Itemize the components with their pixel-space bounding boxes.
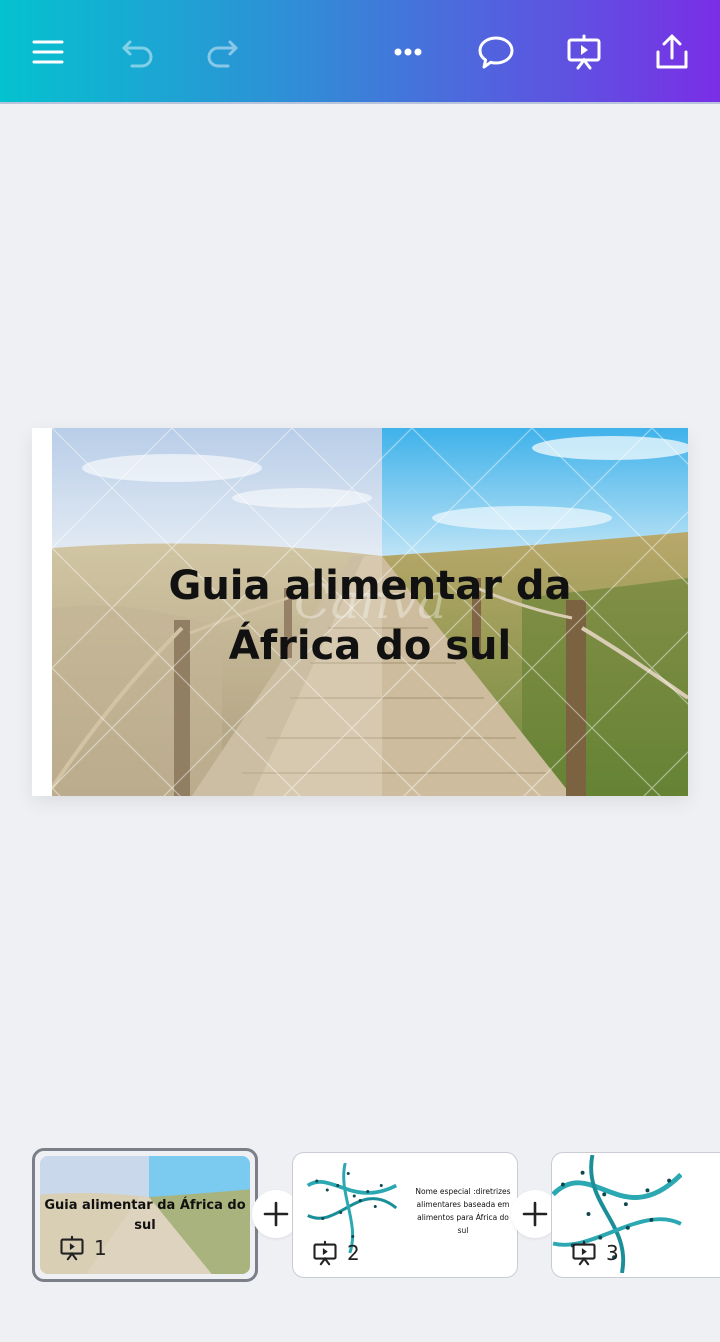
present-icon	[572, 1240, 596, 1266]
undo-button[interactable]	[112, 26, 164, 78]
thumbnail-slide-1[interactable]: Guia alimentar da África do sul 1	[32, 1148, 258, 1282]
more-button[interactable]	[382, 26, 434, 78]
slide-1[interactable]: Canva Guia alimentar da África do sul	[52, 428, 688, 796]
slide-canvas[interactable]: Canva Guia alimentar da África do sul	[32, 428, 688, 796]
thumbnail-2-number: 2	[311, 1239, 360, 1267]
thumbnail-1-number: 1	[58, 1234, 107, 1262]
thumbnail-3-number-label: 3	[606, 1241, 619, 1265]
undo-icon	[122, 40, 153, 68]
present-icon	[567, 34, 601, 70]
more-horizontal-icon	[394, 48, 422, 56]
thumbnail-2-number-label: 2	[347, 1241, 360, 1265]
comment-icon	[478, 36, 514, 69]
present-icon	[60, 1235, 84, 1261]
thumbnail-2-text: Nome especial :diretrizes alimentares ba…	[415, 1187, 511, 1235]
plus-icon	[263, 1201, 289, 1227]
thumbnail-1-number-label: 1	[94, 1236, 107, 1260]
present-icon	[313, 1240, 337, 1266]
share-button[interactable]	[646, 26, 698, 78]
top-toolbar	[0, 0, 720, 104]
hamburger-menu-icon	[32, 40, 64, 64]
thumbnail-slide-2[interactable]: Nome especial :diretrizes alimentares ba…	[292, 1152, 518, 1278]
slide-thumbnail-strip: Guia alimentar da África do sul 1 Nome e…	[0, 1148, 720, 1284]
menu-button[interactable]	[22, 26, 74, 78]
present-button[interactable]	[558, 26, 610, 78]
redo-button[interactable]	[196, 26, 248, 78]
slide-title[interactable]: Guia alimentar da África do sul	[52, 556, 688, 676]
redo-icon	[207, 40, 238, 68]
thumbnail-slide-3[interactable]: 3	[551, 1152, 720, 1278]
thumbnail-1-title: Guia alimentar da África do sul	[44, 1198, 246, 1233]
thumbnail-3-number: 3	[570, 1239, 619, 1267]
share-upload-icon	[656, 34, 688, 69]
comment-button[interactable]	[470, 26, 522, 78]
plus-icon	[522, 1201, 548, 1227]
